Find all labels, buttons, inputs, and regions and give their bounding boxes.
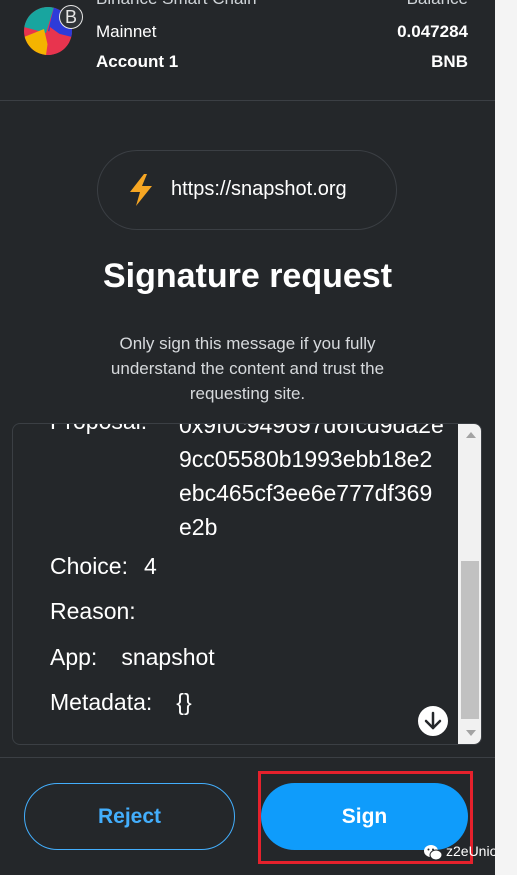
choice-row: Choice: 4: [50, 553, 157, 580]
message-box[interactable]: Proposal: 0x9f0c949697d6fcd9da2e9cc05580…: [12, 423, 482, 745]
proposal-label: Proposal:: [50, 424, 147, 435]
arrow-down-icon: [424, 711, 442, 730]
app-value: snapshot: [121, 644, 215, 670]
message-scrollbar[interactable]: [458, 424, 481, 744]
scroll-down-button[interactable]: [416, 704, 450, 738]
watermark: z2eUnion: [423, 842, 495, 864]
warning-text: Only sign this message if you fully unde…: [110, 334, 385, 403]
scroll-down-arrow-icon[interactable]: [466, 730, 476, 736]
account-name: Account 1: [96, 52, 179, 71]
balance-currency: BNB: [431, 52, 468, 71]
site-url: https://snapshot.org: [171, 178, 347, 200]
account-header: B Binance Smart Chain Mainnet Account 1 …: [0, 0, 495, 101]
footer-divider: [0, 757, 495, 758]
proposal-value: 0x9f0c949697d6fcd9da2e9cc05580b1993ebb18…: [179, 424, 444, 540]
metadata-row: Metadata: {}: [50, 689, 192, 716]
scrollbar-thumb[interactable]: [461, 561, 479, 719]
network-name: Binance Smart Chain: [96, 0, 257, 9]
window-edge: [495, 0, 517, 875]
balance-label: Balance: [407, 0, 468, 9]
lightning-icon: [130, 174, 152, 206]
scroll-up-arrow-icon[interactable]: [466, 432, 476, 438]
reject-button[interactable]: Reject: [24, 783, 235, 850]
message-content: Proposal: 0x9f0c949697d6fcd9da2e9cc05580…: [13, 424, 458, 744]
wechat-icon: [424, 845, 443, 861]
site-origin-pill: https://snapshot.org: [97, 150, 397, 230]
metadata-value: {}: [176, 689, 192, 715]
watermark-text: z2eUnion: [446, 843, 495, 859]
reason-label: Reason:: [50, 598, 136, 624]
network-subtitle: Mainnet: [96, 22, 157, 41]
app-label: App:: [50, 644, 98, 670]
signature-request-window: B Binance Smart Chain Mainnet Account 1 …: [0, 0, 495, 875]
reason-row: Reason:: [50, 598, 152, 625]
choice-label: Choice:: [50, 553, 128, 579]
app-row: App: snapshot: [50, 644, 215, 671]
account-avatar-wrap: B: [24, 5, 83, 63]
balance-value: 0.047284: [397, 22, 468, 41]
choice-value: 4: [143, 553, 157, 579]
network-badge: B: [59, 5, 83, 29]
metadata-label: Metadata:: [50, 689, 153, 715]
page-title: Signature request: [102, 257, 393, 295]
